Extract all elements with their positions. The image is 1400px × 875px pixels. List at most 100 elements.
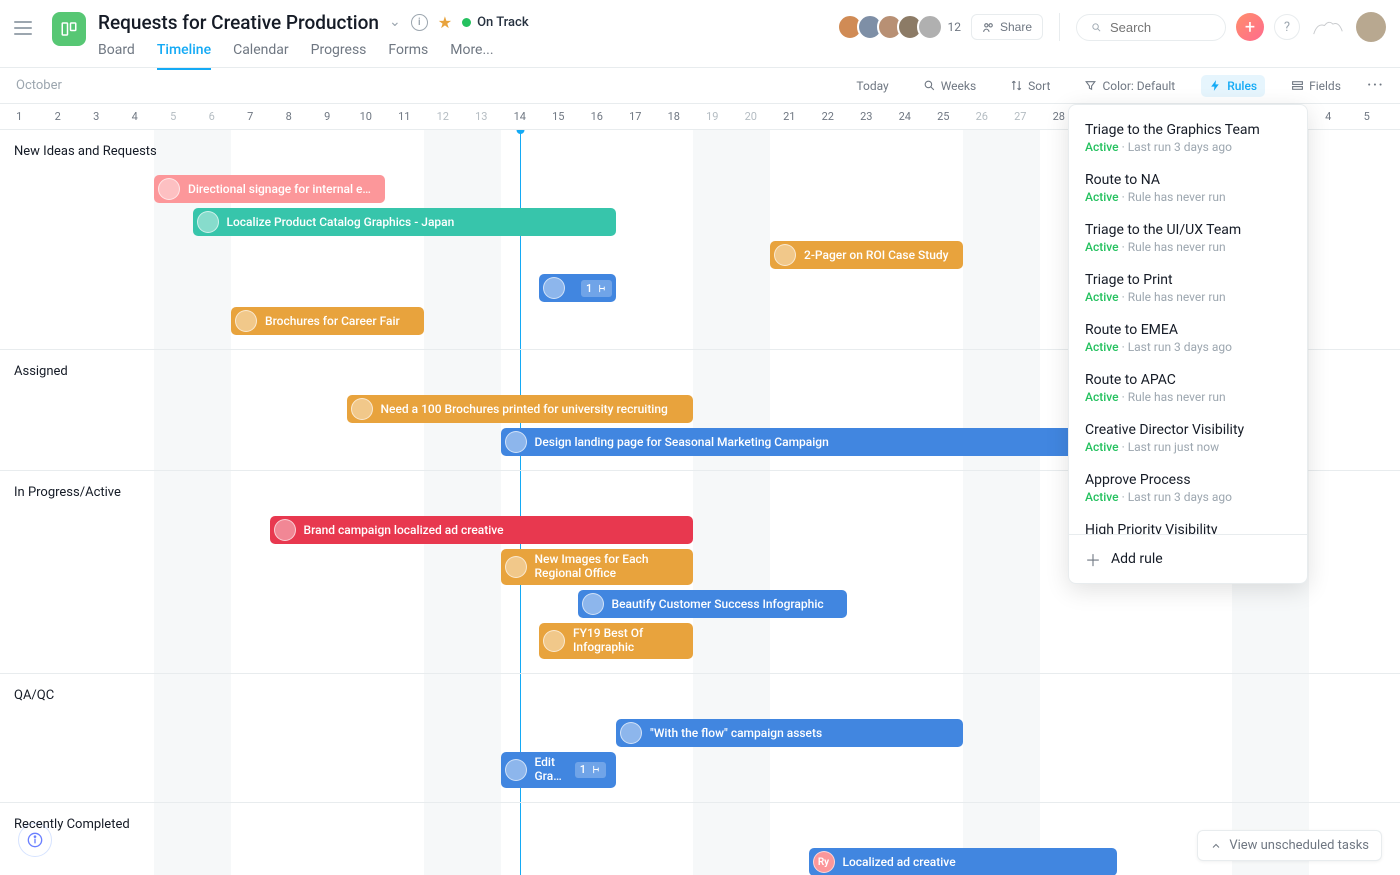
today-button[interactable]: Today bbox=[848, 75, 896, 97]
rule-name: Triage to the UI/UX Team bbox=[1085, 222, 1291, 238]
rule-item[interactable]: Route to NA Active · Rule has never run bbox=[1069, 163, 1307, 213]
task-bar[interactable]: B fi1 bbox=[539, 274, 616, 302]
task-label: Localized ad creative bbox=[843, 855, 956, 869]
day-header: 13 bbox=[462, 110, 501, 123]
rule-item[interactable]: High Priority Visibility Active · Last r… bbox=[1069, 513, 1307, 534]
rule-name: Approve Process bbox=[1085, 472, 1291, 488]
member-avatars[interactable]: 12 bbox=[843, 14, 961, 40]
rule-item[interactable]: Approve Process Active · Last run 3 days… bbox=[1069, 463, 1307, 513]
rule-item[interactable]: Triage to Print Active · Rule has never … bbox=[1069, 263, 1307, 313]
task-bar[interactable]: "With the flow" campaign assets bbox=[616, 719, 963, 747]
project-status[interactable]: On Track bbox=[462, 15, 529, 30]
task-bar[interactable]: Need a 100 Brochures printed for univers… bbox=[347, 395, 694, 423]
add-button[interactable]: + bbox=[1236, 13, 1264, 41]
day-header: 25 bbox=[924, 110, 963, 123]
people-icon bbox=[982, 21, 995, 34]
view-tab-timeline[interactable]: Timeline bbox=[157, 42, 211, 70]
project-title[interactable]: Requests for Creative Production bbox=[98, 11, 379, 34]
zoom-weeks-button[interactable]: Weeks bbox=[915, 75, 984, 97]
filter-icon bbox=[1084, 79, 1097, 92]
project-icon[interactable] bbox=[52, 12, 86, 46]
color-button[interactable]: Color: Default bbox=[1076, 75, 1183, 97]
rule-item[interactable]: Creative Director Visibility Active · La… bbox=[1069, 413, 1307, 463]
day-header: 9 bbox=[308, 110, 347, 123]
day-header: 17 bbox=[616, 110, 655, 123]
assignee-avatar bbox=[582, 593, 604, 615]
user-avatar[interactable] bbox=[1356, 12, 1386, 42]
day-header: 14 bbox=[501, 110, 540, 123]
task-label: Design landing page for Seasonal Marketi… bbox=[535, 435, 829, 449]
rule-item[interactable]: Route to EMEA Active · Last run 3 days a… bbox=[1069, 313, 1307, 363]
menu-icon[interactable] bbox=[14, 14, 42, 42]
plus-icon: ＋ bbox=[1085, 547, 1101, 571]
rule-item[interactable]: Route to APAC Active · Rule has never ru… bbox=[1069, 363, 1307, 413]
zoom-icon bbox=[923, 79, 936, 92]
assignee-avatar bbox=[505, 759, 527, 781]
rule-item[interactable]: Triage to the UI/UX Team Active · Rule h… bbox=[1069, 213, 1307, 263]
color-label: Color: Default bbox=[1102, 79, 1175, 93]
rule-item[interactable]: Triage to the Graphics Team Active · Las… bbox=[1069, 113, 1307, 163]
task-bar[interactable]: New Images for Each Regional Office bbox=[501, 549, 694, 585]
sort-button[interactable]: Sort bbox=[1002, 75, 1058, 97]
info-icon[interactable]: i bbox=[411, 14, 428, 31]
search-icon bbox=[1091, 21, 1102, 34]
assignee-avatar: Ry bbox=[813, 851, 835, 873]
share-button[interactable]: Share bbox=[971, 14, 1043, 40]
task-label: FY19 Best Of Infographic bbox=[573, 627, 683, 655]
more-icon[interactable]: ··· bbox=[1367, 75, 1384, 96]
assignee-avatar bbox=[274, 519, 296, 541]
task-label: Need a 100 Brochures printed for univers… bbox=[381, 402, 668, 416]
day-header: 5 bbox=[1348, 110, 1387, 123]
rule-name: Creative Director Visibility bbox=[1085, 422, 1291, 438]
rule-name: Route to NA bbox=[1085, 172, 1291, 188]
rule-status-line: Active · Last run 3 days ago bbox=[1085, 140, 1291, 154]
assignee-avatar bbox=[235, 310, 257, 332]
task-bar[interactable]: Localize Product Catalog Graphics - Japa… bbox=[193, 208, 617, 236]
project-header: Requests for Creative Production ⌄ i ★ O… bbox=[98, 8, 843, 70]
task-label: New Images for Each Regional Office bbox=[535, 553, 684, 581]
month-label: October bbox=[16, 78, 62, 93]
search-box[interactable] bbox=[1076, 14, 1226, 41]
day-header: 1 bbox=[0, 110, 39, 123]
view-tab-forms[interactable]: Forms bbox=[388, 42, 428, 70]
chevron-down-icon[interactable]: ⌄ bbox=[389, 14, 401, 30]
add-rule-label: Add rule bbox=[1111, 551, 1163, 567]
day-header: 4 bbox=[1309, 110, 1348, 123]
task-bar[interactable]: Brand campaign localized ad creative bbox=[270, 516, 694, 544]
add-rule-button[interactable]: ＋ Add rule bbox=[1069, 534, 1307, 583]
task-bar[interactable]: Edit Graph…1 bbox=[501, 752, 617, 788]
subtask-count: 1 bbox=[575, 762, 606, 779]
view-tab-more[interactable]: More... bbox=[450, 42, 493, 70]
fields-label: Fields bbox=[1309, 79, 1341, 93]
view-tab-calendar[interactable]: Calendar bbox=[233, 42, 289, 70]
rule-status-line: Active · Last run 3 days ago bbox=[1085, 340, 1291, 354]
fields-button[interactable]: Fields bbox=[1283, 75, 1349, 97]
timeline-toolbar: October Today Weeks Sort Color: Default … bbox=[0, 68, 1400, 104]
star-icon[interactable]: ★ bbox=[438, 13, 452, 32]
task-bar[interactable]: Ry Localized ad creative bbox=[809, 848, 1117, 875]
section-name[interactable]: QA/QC bbox=[0, 682, 1400, 709]
view-tab-progress[interactable]: Progress bbox=[311, 42, 367, 70]
search-input[interactable] bbox=[1110, 20, 1211, 35]
assignee-avatar bbox=[351, 398, 373, 420]
day-header: 23 bbox=[847, 110, 886, 123]
section: Recently Completed Ry Localized ad creativ… bbox=[0, 803, 1400, 875]
help-button[interactable]: ? bbox=[1274, 14, 1300, 40]
day-header: 12 bbox=[424, 110, 463, 123]
task-bar[interactable]: 2-Pager on ROI Case Study bbox=[770, 241, 963, 269]
task-label: Directional signage for internal events bbox=[188, 182, 375, 196]
task-bar[interactable]: Directional signage for internal events bbox=[154, 175, 385, 203]
task-bar[interactable]: Brochures for Career Fair bbox=[231, 307, 424, 335]
rule-name: High Priority Visibility bbox=[1085, 522, 1291, 534]
task-bar[interactable]: FY19 Best Of Infographic bbox=[539, 623, 693, 659]
rules-dropdown: Triage to the Graphics Team Active · Las… bbox=[1068, 104, 1308, 584]
rules-button[interactable]: Rules bbox=[1201, 75, 1265, 97]
view-tab-board[interactable]: Board bbox=[98, 42, 135, 70]
task-label: Brand campaign localized ad creative bbox=[304, 523, 504, 537]
assignee-avatar bbox=[197, 211, 219, 233]
section-name[interactable]: Recently Completed bbox=[0, 811, 1400, 838]
rule-name: Route to APAC bbox=[1085, 372, 1291, 388]
avatar-overflow-count: 12 bbox=[947, 20, 961, 34]
task-bar[interactable]: Beautify Customer Success Infographic bbox=[578, 590, 848, 618]
assignee-avatar bbox=[505, 431, 527, 453]
